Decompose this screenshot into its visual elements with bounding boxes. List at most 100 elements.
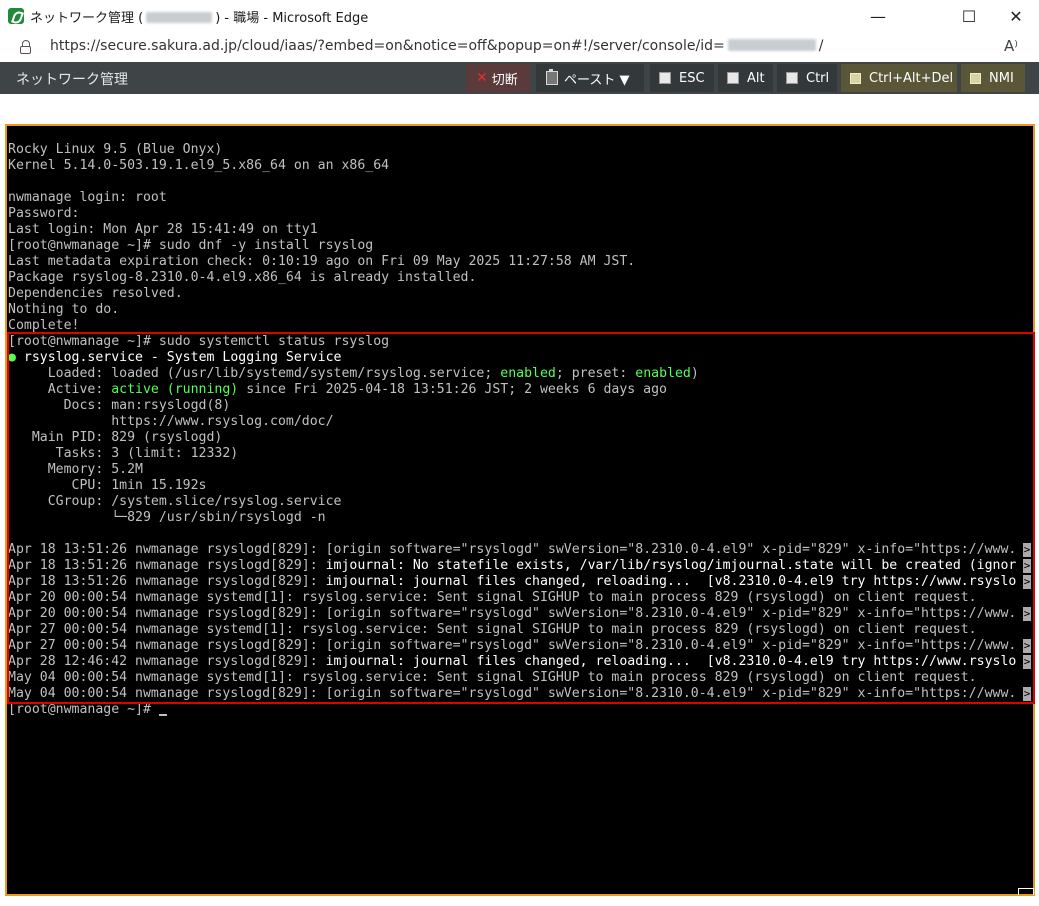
url-suffix: / bbox=[818, 38, 824, 54]
log-message: imjournal: journal files changed, reload… bbox=[325, 574, 1017, 589]
log-message: imjournal: journal files changed, reload… bbox=[325, 654, 1017, 669]
terminal-line: Dependencies resolved. bbox=[8, 286, 183, 301]
terminal-line: Complete! bbox=[8, 318, 80, 333]
terminal-line: Memory: 5.2M bbox=[8, 462, 143, 477]
paste-icon bbox=[546, 69, 558, 85]
terminal-line: https://www.rsyslog.com/doc/ bbox=[8, 414, 334, 429]
active-key: Active: bbox=[8, 382, 112, 397]
terminal-line: Main PID: 829 (rsyslogd) bbox=[8, 430, 223, 445]
status-dot-icon: ● bbox=[8, 350, 16, 365]
active-since: since Fri 2025-04-18 13:51:26 JST; 2 wee… bbox=[238, 382, 668, 397]
terminal-line: Active: active (running) since Fri 2025-… bbox=[8, 382, 1031, 398]
url-prefix: https://secure.sakura.ad.jp/cloud/iaas/?… bbox=[50, 38, 725, 54]
maximize-button[interactable]: ☐ bbox=[946, 0, 992, 32]
log-line: Apr 27 00:00:54 nwmanage rsyslogd[829]: … bbox=[8, 638, 1031, 654]
log-line: May 04 00:00:54 nwmanage systemd[1]: rsy… bbox=[8, 670, 977, 685]
window-title-suffix: ) - 職場 - Microsoft Edge bbox=[215, 11, 369, 26]
address-bar[interactable]: https://secure.sakura.ad.jp/cloud/iaas/?… bbox=[0, 32, 1039, 62]
truncation-icon: > bbox=[1023, 687, 1031, 701]
read-aloud-icon[interactable]: A⁾ bbox=[1004, 37, 1018, 55]
preset-text: ; preset: bbox=[555, 366, 636, 381]
esc-label: ESC bbox=[679, 70, 705, 86]
log-line: Apr 20 00:00:54 nwmanage systemd[1]: rsy… bbox=[8, 590, 977, 605]
app-icon bbox=[8, 8, 24, 24]
terminal-line: nwmanage login: root bbox=[8, 190, 167, 205]
toolbar-title: ネットワーク管理 bbox=[16, 72, 128, 88]
service-name: rsyslog.service - System Logging Service bbox=[15, 350, 342, 365]
resize-corner-icon bbox=[1018, 888, 1034, 895]
log-prefix: Apr 18 13:51:26 nwmanage rsyslogd[829]: bbox=[8, 574, 326, 589]
lock-icon[interactable] bbox=[20, 40, 32, 54]
log-line: Apr 18 13:51:26 nwmanage rsyslogd[829]: … bbox=[8, 558, 1031, 574]
alt-label: Alt bbox=[747, 70, 765, 86]
ctrl-alt-del-label: Ctrl+Alt+Del bbox=[869, 70, 954, 86]
terminal-cursor bbox=[158, 714, 167, 716]
window-title-prefix: ネットワーク管理 ( bbox=[30, 11, 144, 26]
loaded-close: ) bbox=[690, 366, 699, 381]
truncation-icon: > bbox=[1023, 655, 1031, 669]
terminal-line: Last login: Mon Apr 28 15:41:49 on tty1 bbox=[8, 222, 318, 237]
url-text[interactable]: https://secure.sakura.ad.jp/cloud/iaas/?… bbox=[50, 38, 823, 54]
ctrl-alt-del-button[interactable]: Ctrl+Alt+Del bbox=[841, 64, 957, 92]
terminal-line: └─829 /usr/sbin/rsyslogd -n bbox=[8, 510, 326, 525]
log-message: imjournal: No statefile exists, /var/lib… bbox=[325, 558, 1017, 573]
enabled-text: enabled bbox=[500, 366, 556, 381]
prompt-line[interactable]: [root@nwmanage ~]# bbox=[8, 702, 1031, 718]
redacted-server-name bbox=[146, 12, 213, 23]
active-running-text: active (running) bbox=[111, 382, 239, 397]
disconnect-button[interactable]: ✕ 切断 bbox=[466, 64, 530, 92]
log-text: Apr 27 00:00:54 nwmanage rsyslogd[829]: … bbox=[8, 638, 1017, 653]
terminal-line: CGroup: /system.slice/rsyslog.service bbox=[8, 494, 342, 509]
terminal-line: ● rsyslog.service - System Logging Servi… bbox=[8, 350, 1031, 366]
terminal-line: Loaded: loaded (/usr/lib/systemd/system/… bbox=[8, 366, 1031, 382]
truncation-icon: > bbox=[1023, 575, 1031, 589]
log-prefix: Apr 28 12:46:42 nwmanage rsyslogd[829]: bbox=[8, 654, 326, 669]
loaded-text: Loaded: loaded (/usr/lib/systemd/system/… bbox=[8, 366, 501, 381]
ctrl-checkbox-icon bbox=[786, 72, 798, 84]
truncation-icon: > bbox=[1023, 639, 1031, 653]
alt-checkbox-icon bbox=[727, 72, 739, 84]
terminal-line: Nothing to do. bbox=[8, 302, 120, 317]
nmi-label: NMI bbox=[989, 70, 1014, 86]
log-line: Apr 27 00:00:54 nwmanage systemd[1]: rsy… bbox=[8, 622, 977, 637]
terminal-line: Docs: man:rsyslogd(8) bbox=[8, 398, 231, 413]
esc-button[interactable]: ESC bbox=[650, 64, 714, 92]
redacted-server-id bbox=[727, 39, 816, 51]
close-icon: ✕ bbox=[1009, 6, 1023, 26]
disconnect-icon: ✕ bbox=[476, 70, 488, 86]
terminal-line: [root@nwmanage ~]# sudo systemctl status… bbox=[8, 334, 390, 349]
ctrl-label: Ctrl bbox=[806, 70, 830, 86]
terminal-screen[interactable]: Rocky Linux 9.5 (Blue Onyx) Kernel 5.14.… bbox=[5, 124, 1035, 896]
terminal-line: Kernel 5.14.0-503.19.1.el9_5.x86_64 on a… bbox=[8, 158, 390, 173]
paste-label: ペースト ▼ bbox=[564, 72, 630, 88]
close-button[interactable]: ✕ bbox=[993, 0, 1039, 32]
window-title: ネットワーク管理 ( ) - 職場 - Microsoft Edge bbox=[30, 7, 368, 26]
minimize-icon: — bbox=[870, 6, 886, 26]
paste-button[interactable]: ペースト ▼ bbox=[536, 64, 644, 92]
esc-checkbox-icon bbox=[659, 72, 671, 84]
log-text: Apr 20 00:00:54 nwmanage rsyslogd[829]: … bbox=[8, 606, 1017, 621]
ctrl-button[interactable]: Ctrl bbox=[777, 64, 837, 92]
window-titlebar: ネットワーク管理 ( ) - 職場 - Microsoft Edge — ☐ ✕ bbox=[0, 0, 1039, 32]
terminal-line: Rocky Linux 9.5 (Blue Onyx) bbox=[8, 142, 223, 157]
maximize-icon: ☐ bbox=[961, 6, 977, 26]
minimize-button[interactable]: — bbox=[855, 0, 901, 32]
terminal-line: Package rsyslog-8.2310.0-4.el9.x86_64 is… bbox=[8, 270, 477, 285]
log-line: Apr 20 00:00:54 nwmanage rsyslogd[829]: … bbox=[8, 606, 1031, 622]
alt-button[interactable]: Alt bbox=[718, 64, 773, 92]
preset-enabled-text: enabled bbox=[635, 366, 691, 381]
terminal-line: Tasks: 3 (limit: 12332) bbox=[8, 446, 239, 461]
terminal-line: CPU: 1min 15.192s bbox=[8, 478, 207, 493]
log-text: May 04 00:00:54 nwmanage rsyslogd[829]: … bbox=[8, 686, 1017, 701]
truncation-icon: > bbox=[1023, 559, 1031, 573]
terminal-line: Password: bbox=[8, 206, 80, 221]
terminal-line: [root@nwmanage ~]# sudo dnf -y install r… bbox=[8, 238, 374, 253]
key-icon bbox=[970, 72, 981, 84]
log-text: Apr 18 13:51:26 nwmanage rsyslogd[829]: … bbox=[8, 542, 1017, 557]
log-prefix: Apr 18 13:51:26 nwmanage rsyslogd[829]: bbox=[8, 558, 326, 573]
log-line: Apr 18 13:51:26 nwmanage rsyslogd[829]: … bbox=[8, 542, 1031, 558]
nmi-button[interactable]: NMI bbox=[961, 64, 1025, 92]
log-line: Apr 28 12:46:42 nwmanage rsyslogd[829]: … bbox=[8, 654, 1031, 670]
